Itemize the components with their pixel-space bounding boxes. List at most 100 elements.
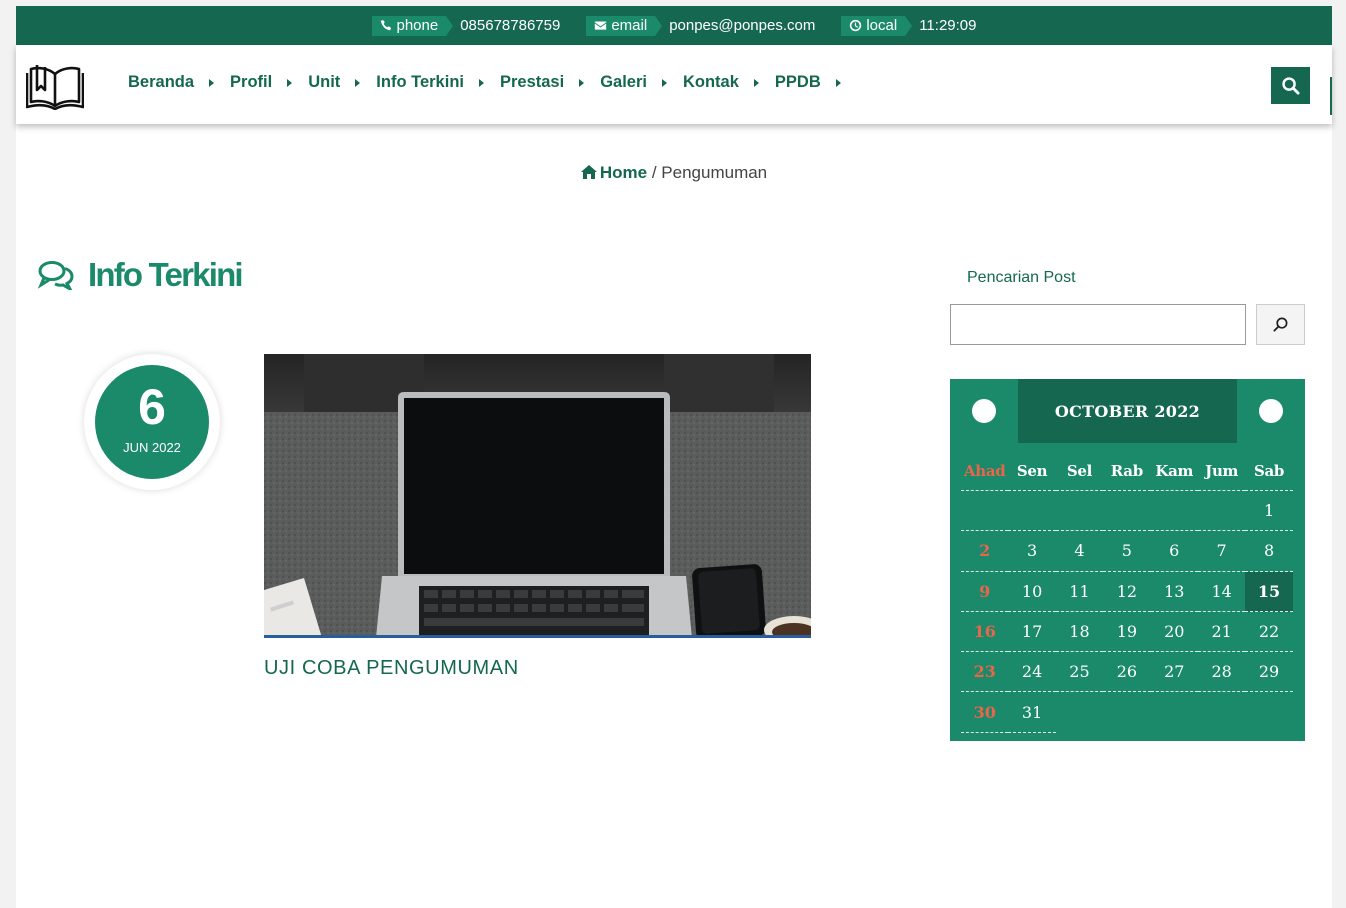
calendar-day-cell[interactable]: 29 bbox=[1245, 652, 1293, 693]
comments-icon bbox=[38, 261, 74, 290]
calendar-day-cell[interactable]: 26 bbox=[1103, 652, 1151, 693]
calendar-day-cell[interactable]: 18 bbox=[1055, 612, 1104, 653]
nav-edge-divider bbox=[1330, 77, 1332, 115]
calendar-day-cell[interactable]: 14 bbox=[1197, 572, 1246, 612]
calendar-day-cell[interactable]: 13 bbox=[1150, 572, 1198, 612]
post-title-link[interactable]: UJI COBA PENGUMUMAN bbox=[264, 657, 519, 680]
calendar-day-cell[interactable]: 16 bbox=[961, 612, 1009, 653]
calendar-day-cell[interactable]: 6 bbox=[1150, 531, 1198, 572]
nav-label: Info Terkini bbox=[376, 73, 464, 91]
calendar-day-cell[interactable]: 19 bbox=[1103, 612, 1151, 653]
calendar-day-cell[interactable]: 21 bbox=[1197, 612, 1246, 653]
calendar-day-cell[interactable]: 30 bbox=[961, 692, 1009, 733]
local-tag: local bbox=[841, 15, 913, 36]
weekday-label: Kam bbox=[1150, 451, 1198, 491]
local-time-info: local 11:29:09 bbox=[841, 15, 977, 36]
nav-search-button[interactable] bbox=[1271, 67, 1310, 104]
calendar-day-cell[interactable]: 12 bbox=[1103, 572, 1151, 612]
nav-item-info-terkini[interactable]: Info Terkini bbox=[376, 73, 484, 92]
weekday-label: Ahad bbox=[961, 451, 1009, 491]
nav-item-kontak[interactable]: Kontak bbox=[683, 73, 759, 92]
nav-item-profil[interactable]: Profil bbox=[230, 73, 293, 92]
weekday-label: Jum bbox=[1197, 451, 1246, 491]
section-title-text: Info Terkini bbox=[88, 256, 244, 293]
breadcrumb-home-link[interactable]: Home bbox=[580, 163, 647, 182]
home-icon bbox=[580, 165, 597, 179]
calendar-day-cell[interactable]: 2 bbox=[961, 531, 1009, 572]
calendar-empty-cell bbox=[1197, 491, 1246, 532]
calendar-week-row: 16 17 18 19 20 21 22 bbox=[961, 612, 1293, 653]
calendar-day-cell[interactable]: 27 bbox=[1150, 652, 1198, 693]
calendar-week-row: 1 bbox=[961, 491, 1293, 532]
calendar-empty-cell bbox=[1150, 491, 1198, 532]
calendar-empty-cell bbox=[1151, 692, 1198, 732]
laptop-photo bbox=[264, 354, 811, 635]
breadcrumb-separator: / bbox=[651, 163, 657, 182]
breadcrumb: Home / Pengumuman bbox=[16, 163, 1332, 183]
nav-item-galeri[interactable]: Galeri bbox=[600, 73, 667, 92]
weekday-label: Sel bbox=[1055, 451, 1104, 491]
search-input[interactable] bbox=[950, 304, 1246, 345]
nav-item-beranda[interactable]: Beranda bbox=[128, 73, 215, 92]
nav-label: Prestasi bbox=[499, 73, 565, 91]
page: phone 085678786759 email ponpes@ponpes.c… bbox=[16, 6, 1332, 908]
clock-icon bbox=[850, 19, 862, 31]
calendar-week-row: 23 24 25 26 27 28 29 bbox=[961, 652, 1293, 693]
calendar-day-cell[interactable]: 11 bbox=[1055, 572, 1104, 612]
local-label: local bbox=[866, 16, 898, 34]
nav-item-unit[interactable]: Unit bbox=[308, 73, 361, 92]
nav-item-ppdb[interactable]: PPDB bbox=[775, 73, 841, 92]
weekday-label: Sen bbox=[1008, 451, 1056, 491]
search-submit-button[interactable] bbox=[1256, 304, 1305, 345]
caret-right-icon bbox=[209, 78, 215, 87]
calendar-day-cell[interactable]: 9 bbox=[961, 572, 1009, 612]
calendar-day-cell[interactable]: 7 bbox=[1197, 531, 1246, 572]
calendar-empty-cell bbox=[1103, 491, 1151, 532]
calendar-empty-cell bbox=[1245, 692, 1292, 732]
calendar-empty-cell bbox=[1056, 692, 1103, 732]
open-book-logo-icon[interactable] bbox=[26, 60, 84, 110]
calendar-day-cell[interactable]: 24 bbox=[1008, 652, 1056, 693]
calendar-month-title: OCTOBER 2022 bbox=[1018, 379, 1237, 443]
caret-right-icon bbox=[753, 78, 759, 87]
calendar-week-row: 2345678 bbox=[961, 531, 1293, 572]
calendar-day-cell[interactable]: 31 bbox=[1008, 692, 1056, 733]
caret-right-icon bbox=[835, 78, 841, 87]
calendar-day-cell[interactable]: 20 bbox=[1150, 612, 1198, 653]
calendar-day-cell[interactable]: 25 bbox=[1055, 652, 1104, 693]
caret-right-icon bbox=[287, 78, 293, 87]
search-widget-title: Pencarian Post bbox=[967, 269, 1076, 286]
caret-right-icon bbox=[661, 78, 667, 87]
calendar-day-cell[interactable]: 5 bbox=[1103, 531, 1151, 572]
phone-value[interactable]: 085678786759 bbox=[460, 17, 560, 34]
calendar-next-button[interactable] bbox=[1259, 399, 1283, 423]
post-date-inner: 6 JUN 2022 bbox=[95, 365, 209, 479]
calendar-prev-button[interactable] bbox=[972, 399, 996, 423]
calendar-day-cell[interactable]: 22 bbox=[1245, 612, 1293, 653]
calendar-day-cell[interactable]: 3 bbox=[1008, 531, 1056, 572]
nav-item-prestasi[interactable]: Prestasi bbox=[499, 73, 585, 92]
calendar-day-cell[interactable]: 1 bbox=[1245, 491, 1293, 532]
calendar-day-cell[interactable]: 8 bbox=[1245, 531, 1293, 572]
email-label: email bbox=[611, 16, 648, 34]
phone-label: phone bbox=[396, 16, 439, 34]
calendar-grid: Ahad Sen Sel Rab Kam Jum Sab 1 2 3 4 5 6 7 8 9 10… bbox=[961, 451, 1293, 733]
phone-tag: phone bbox=[371, 15, 453, 36]
calendar-day-cell[interactable]: 17 bbox=[1008, 612, 1056, 653]
search-icon bbox=[1282, 77, 1300, 95]
main-navbar: Beranda Profil Unit Info Terkini Prestas… bbox=[16, 45, 1332, 124]
email-value[interactable]: ponpes@ponpes.com bbox=[669, 17, 815, 34]
calendar-day-cell[interactable]: 28 bbox=[1197, 652, 1246, 693]
post-thumbnail-image[interactable] bbox=[264, 354, 811, 638]
calendar-day-cell[interactable]: 4 bbox=[1055, 531, 1104, 572]
nav-label: Unit bbox=[308, 73, 341, 91]
calendar-empty-cell bbox=[961, 491, 1009, 532]
caret-right-icon bbox=[355, 78, 361, 87]
calendar-day-cell[interactable]: 15 bbox=[1245, 571, 1293, 612]
calendar-day-cell[interactable]: 10 bbox=[1008, 572, 1056, 612]
calendar-widget: OCTOBER 2022 Ahad Sen Sel Rab Kam Jum Sa… bbox=[950, 379, 1305, 741]
calendar-empty-cell bbox=[1198, 692, 1245, 732]
envelope-icon bbox=[595, 20, 607, 30]
calendar-day-cell[interactable]: 23 bbox=[961, 652, 1009, 693]
local-time-value: 11:29:09 bbox=[919, 17, 977, 34]
